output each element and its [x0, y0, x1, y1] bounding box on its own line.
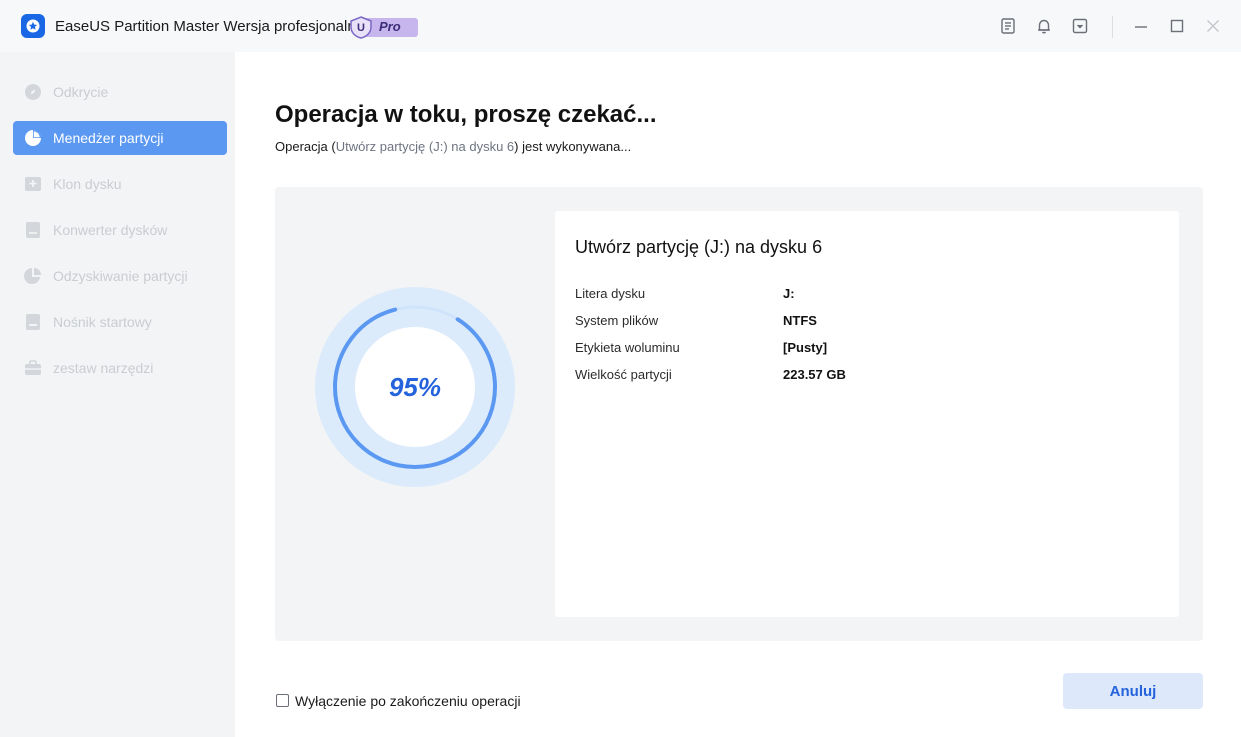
- property-label: System plików: [575, 313, 659, 328]
- clone-icon: [24, 175, 42, 193]
- progress-percent: 95%: [388, 372, 442, 402]
- minimize-icon[interactable]: [1129, 14, 1153, 38]
- shutdown-checkbox-label[interactable]: Wyłączenie po zakończeniu operacji: [295, 693, 521, 709]
- toolbox-icon: [24, 359, 42, 377]
- sidebar-item-disk-converter[interactable]: Konwerter dysków: [13, 213, 227, 247]
- sidebar-item-partition-manager[interactable]: Menedżer partycji: [13, 121, 227, 155]
- sidebar-item-bootable-media[interactable]: Nośnik startowy: [13, 305, 227, 339]
- pie-chart-icon: [24, 129, 42, 147]
- shutdown-checkbox[interactable]: [276, 694, 289, 707]
- sidebar-item-label: Menedżer partycji: [53, 130, 164, 146]
- sidebar-item-toolkit[interactable]: zestaw narzędzi: [13, 351, 227, 385]
- sidebar-item-label: Odkrycie: [53, 84, 109, 100]
- property-label: Etykieta woluminu: [575, 340, 680, 355]
- sidebar-item-partition-recovery[interactable]: Odzyskiwanie partycji: [13, 259, 227, 293]
- app-title: EaseUS Partition Master Wersja profesjon…: [55, 18, 365, 35]
- disk-convert-icon: [24, 221, 42, 239]
- maximize-icon[interactable]: [1165, 14, 1189, 38]
- bell-icon[interactable]: [1032, 14, 1056, 38]
- cancel-button[interactable]: Anuluj: [1063, 673, 1203, 709]
- property-value: 223.57 GB: [783, 367, 846, 382]
- pro-badge-label: Pro: [379, 19, 401, 34]
- property-value: NTFS: [783, 313, 817, 328]
- sidebar-item-label: zestaw narzędzi: [53, 360, 154, 376]
- sidebar-item-label: Konwerter dysków: [53, 222, 168, 238]
- property-value: [Pusty]: [783, 340, 828, 355]
- sidebar-item-label: Klon dysku: [53, 176, 122, 192]
- app-logo-icon: [21, 14, 45, 38]
- title-bar: EaseUS Partition Master Wersja profesjon…: [0, 0, 1241, 52]
- property-label: Wielkość partycji: [575, 367, 672, 382]
- operation-description: Operacja (Utwórz partycję (J:) na dysku …: [275, 139, 632, 154]
- shield-icon: U: [350, 16, 372, 39]
- bootable-media-icon: [24, 313, 42, 331]
- dropdown-menu-icon[interactable]: [1068, 14, 1092, 38]
- page-title: Operacja w toku, proszę czekać...: [275, 101, 657, 128]
- operation-title: Utwórz partycję (J:) na dysku 6: [575, 237, 823, 257]
- sidebar-item-disk-clone[interactable]: Klon dysku: [13, 167, 227, 201]
- sidebar-item-discovery[interactable]: Odkrycie: [13, 75, 227, 109]
- property-label: Litera dysku: [575, 286, 646, 301]
- pro-badge: U Pro: [349, 16, 418, 39]
- operation-name: Utwórz partycję (J:) na dysku 6: [335, 139, 515, 154]
- partition-recovery-icon: [24, 267, 42, 285]
- compass-icon: [24, 83, 42, 101]
- sidebar-item-label: Odzyskiwanie partycji: [53, 268, 188, 284]
- sidebar-item-label: Nośnik startowy: [53, 314, 152, 330]
- operation-details-card: [555, 211, 1179, 617]
- feedback-icon[interactable]: [996, 14, 1020, 38]
- close-icon[interactable]: [1201, 14, 1225, 38]
- property-value: J:: [783, 286, 795, 301]
- badge-letter: U: [357, 22, 365, 34]
